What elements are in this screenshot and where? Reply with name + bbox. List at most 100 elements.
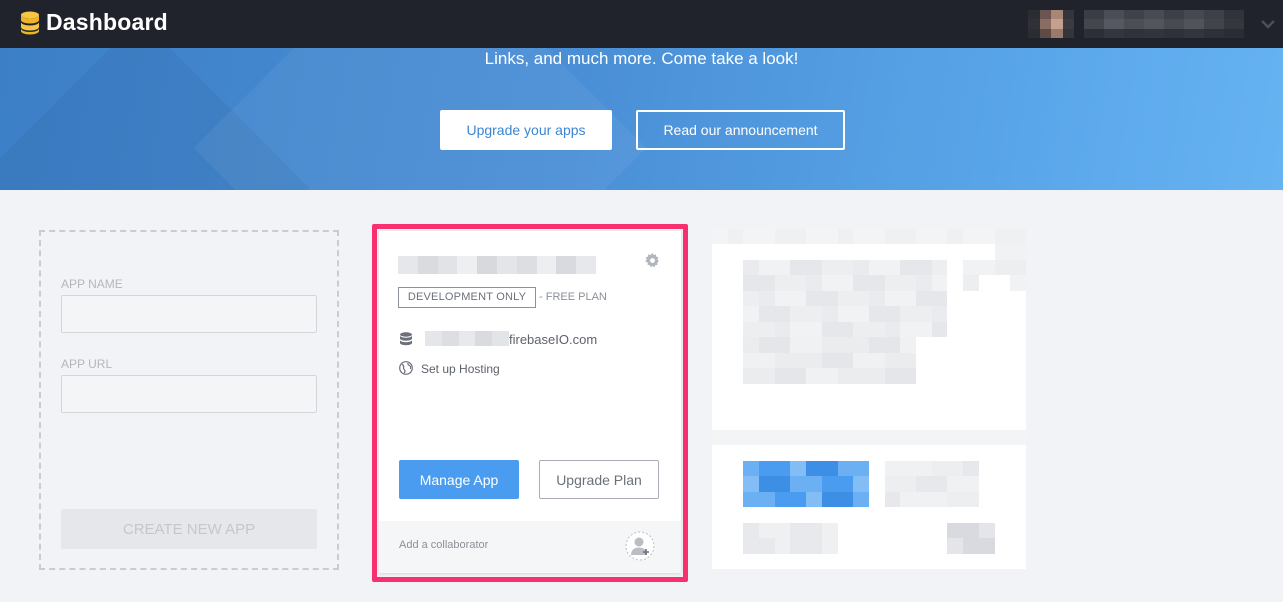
redacted-mosaic-cell [774,244,791,260]
redacted-mosaic-cell [712,337,728,353]
redacted-mosaic-cell [837,553,854,569]
redacted-mosaic-cell [821,507,838,523]
redacted-mosaic-cell [712,306,728,322]
redacted-mosaic-cell [916,414,932,430]
redacted-mosaic-cell [853,445,869,461]
set-up-hosting-link[interactable]: Set up Hosting [421,362,500,376]
redacted-mosaic-cell [978,476,995,492]
redacted-mosaic-cell [1010,553,1026,569]
app-card-footer: Add a collaborator [379,521,681,573]
redacted-mosaic-cell [790,445,807,461]
redacted-mosaic-cell [759,398,775,415]
redacted-mosaic-cell [759,290,775,307]
redacted-mosaic-cell [743,368,760,384]
redacted-mosaic-cell [853,290,869,307]
redacted-mosaic-cell [978,445,995,461]
redacted-mosaic-cell [900,445,917,461]
redacted-mosaic-cell [837,244,854,260]
app-name-input[interactable] [61,295,317,333]
redacted-mosaic-cell [947,352,964,369]
redacted-mosaic-cell [868,290,885,307]
redacted-mosaic-cell [759,352,775,369]
redacted-mosaic-cell [931,553,948,569]
redacted-mosaic-cell [994,244,1011,260]
redacted-mosaic-cell [727,460,744,477]
redacted-mosaic-cell [884,429,901,446]
redacted-mosaic-cell [774,538,791,554]
database-url-domain[interactable]: firebaseIO.com [509,332,597,347]
redacted-mosaic-cell [994,522,1011,539]
redacted-mosaic-cell [963,414,979,430]
redacted-mosaic-cell [868,306,885,322]
redacted-mosaic-cell [821,538,838,554]
redacted-mosaic-cell [900,507,917,523]
redacted-mosaic-cell [978,491,995,508]
redacted-mosaic-cell [774,553,791,569]
redacted-mosaic-cell [900,244,917,260]
redacted-mosaic-cell [931,383,948,399]
redacted-mosaic-cell [1010,290,1026,307]
add-collaborator-label[interactable]: Add a collaborator [399,539,488,551]
redacted-mosaic-cell [884,445,901,461]
redacted-mosaic-cell [759,383,775,399]
redacted-mosaic-cell [947,321,964,338]
chevron-down-icon[interactable] [1258,14,1278,34]
redacted-mosaic-cell [931,522,948,539]
app-url-input[interactable] [61,375,317,413]
redacted-mosaic-cell [884,368,901,384]
redacted-mosaic-cell [994,491,1011,508]
redacted-mosaic-cell [759,275,775,291]
redacted-mosaic-cell [963,337,979,353]
redacted-mosaic-cell [884,337,901,353]
redacted-mosaic-cell [712,244,728,260]
redacted-mosaic-cell [916,275,932,291]
redacted-mosaic-cell [916,460,932,477]
read-announcement-button[interactable]: Read our announcement [636,110,845,150]
redacted-mosaic-cell [1010,352,1026,369]
redacted-mosaic-cell [994,337,1011,353]
redacted-mosaic-cell [821,460,838,477]
redacted-mosaic-cell [774,445,791,461]
redacted-mosaic-cell [774,522,791,539]
manage-app-button[interactable]: Manage App [399,460,519,499]
redacted-mosaic-cell [868,275,885,291]
upgrade-your-apps-button[interactable]: Upgrade your apps [440,110,612,150]
redacted-mosaic-cell [916,383,932,399]
avatar[interactable] [1028,10,1074,38]
redacted-mosaic-cell [916,507,932,523]
redacted-mosaic-cell [727,507,744,523]
redacted-mosaic-cell [759,491,775,508]
user-menu[interactable] [1028,10,1244,38]
database-url-redacted[interactable] [425,331,509,346]
redacted-mosaic-cell [790,398,807,415]
redacted-mosaic-cell [727,429,744,446]
redacted-mosaic-cell [868,321,885,338]
redacted-mosaic-cell [931,414,948,430]
redacted-mosaic-cell [978,290,995,307]
redacted-mosaic-cell [868,244,885,260]
redacted-mosaic-cell [994,429,1011,446]
redacted-mosaic-cell [821,306,838,322]
redacted-mosaic-cell [727,275,744,291]
app-card: DEVELOPMENT ONLY - FREE PLAN firebaseIO.… [379,231,681,573]
announcement-banner: Links, and much more. Come take a look! … [0,48,1283,190]
redacted-mosaic-cell [868,445,885,461]
redacted-mosaic-cell [931,244,948,260]
upgrade-plan-button[interactable]: Upgrade Plan [539,460,659,499]
redacted-mosaic-cell [853,306,869,322]
add-collaborator-icon[interactable] [625,531,655,561]
user-name-redacted[interactable] [1084,10,1244,38]
create-new-app-button[interactable]: CREATE NEW APP [61,509,317,549]
redacted-mosaic-cell [821,321,838,338]
redacted-mosaic-cell [994,259,1011,276]
redacted-mosaic-cell [727,491,744,508]
redacted-mosaic-cell [947,244,964,260]
redacted-mosaic-cell [712,275,728,291]
redacted-mosaic-cell [790,491,807,508]
brand[interactable]: Dashboard [20,9,168,36]
redacted-mosaic-cell [947,229,964,245]
redacted-mosaic-cell [837,491,854,508]
redacted-mosaic-cell [1010,337,1026,353]
gear-icon[interactable] [645,253,660,268]
plan-label: - FREE PLAN [539,291,607,303]
